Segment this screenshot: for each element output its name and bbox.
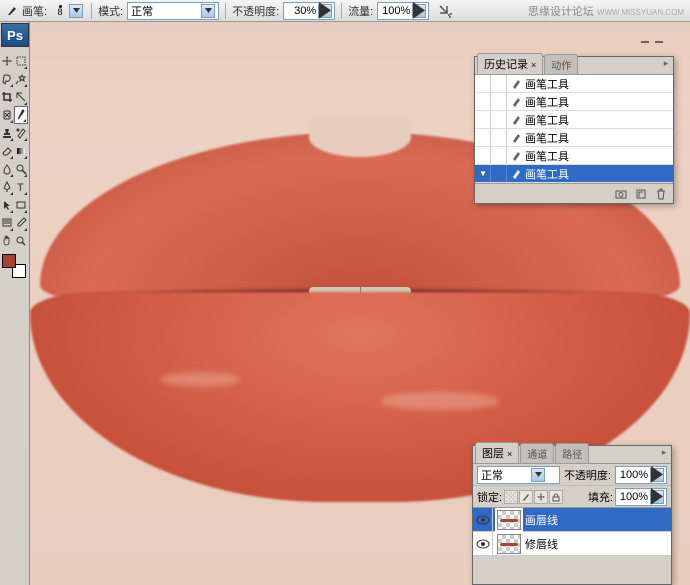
tools-palette: Ps T [0, 22, 30, 585]
eraser-tool[interactable] [0, 142, 14, 160]
tab-layers[interactable]: 图层× [475, 442, 519, 463]
svg-text:T: T [17, 182, 24, 193]
lock-transparency-icon[interactable] [504, 490, 518, 504]
layer-name[interactable]: 修唇线 [525, 536, 558, 552]
layer-item[interactable]: 修唇线 [473, 532, 671, 556]
flow-input[interactable]: 100% [377, 2, 429, 20]
layer-item[interactable]: 画唇线 [473, 508, 671, 532]
slice-tool[interactable] [14, 88, 28, 106]
notes-tool[interactable] [0, 214, 14, 232]
layer-opacity-input[interactable]: 100% [615, 466, 667, 484]
history-panel: 历史记录× 动作 ▸ 画笔工具 画笔工具 画笔工具 画笔工具 画笔工具 画笔工具 [474, 56, 674, 204]
color-swatches[interactable] [2, 254, 26, 278]
stamp-tool[interactable] [0, 124, 14, 142]
history-item[interactable]: 画笔工具 [475, 93, 673, 111]
visibility-toggle[interactable] [473, 508, 493, 532]
dodge-tool[interactable] [14, 160, 28, 178]
brush-label: 画笔: [22, 3, 47, 19]
history-item[interactable]: 画笔工具 [475, 75, 673, 93]
flow-label: 流量: [348, 3, 373, 19]
eye-icon [476, 539, 490, 549]
trash-icon[interactable] [655, 188, 667, 200]
marquee-tool[interactable] [14, 52, 28, 70]
tab-paths[interactable]: 路径 [555, 443, 589, 463]
history-source-icon [478, 169, 488, 179]
panel-menu-icon[interactable]: ▸ [659, 447, 669, 457]
chevron-right-icon[interactable] [318, 4, 332, 18]
panel-menu-icon[interactable]: ▸ [661, 58, 671, 68]
ps-logo-icon[interactable]: Ps [1, 23, 29, 47]
mode-label: 模式: [98, 3, 123, 19]
history-brush-tool[interactable] [14, 124, 28, 142]
foreground-color[interactable] [2, 254, 16, 268]
new-snapshot-icon[interactable] [615, 188, 627, 200]
brush-tool[interactable] [14, 106, 28, 124]
tab-actions[interactable]: 动作 [544, 54, 578, 74]
heal-tool[interactable] [0, 106, 14, 124]
layers-panel: 图层× 通道 路径 ▸ 正常 不透明度: 100% 锁定: 填充: 100% 画… [472, 445, 672, 585]
crop-tool[interactable] [0, 88, 14, 106]
airbrush-icon[interactable] [437, 3, 453, 19]
eye-icon [476, 515, 490, 525]
opacity-input[interactable]: 30% [283, 2, 335, 20]
tab-history[interactable]: 历史记录× [477, 53, 543, 74]
lock-label: 锁定: [477, 489, 502, 505]
lasso-tool[interactable] [0, 70, 14, 88]
history-item[interactable]: 画笔工具 [475, 165, 673, 183]
history-item[interactable]: 画笔工具 [475, 147, 673, 165]
visibility-toggle[interactable] [473, 532, 493, 556]
layer-opacity-label: 不透明度: [564, 467, 611, 483]
wand-tool[interactable] [14, 70, 28, 88]
chevron-down-icon[interactable] [69, 4, 83, 18]
type-tool[interactable]: T [14, 178, 28, 196]
layer-list: 画唇线 修唇线 [473, 508, 671, 556]
pen-tool[interactable] [0, 178, 14, 196]
history-item[interactable]: 画笔工具 [475, 129, 673, 147]
brush-tool-icon [6, 5, 18, 17]
blur-tool[interactable] [0, 160, 14, 178]
eyedropper-tool[interactable] [14, 214, 28, 232]
layer-thumbnail[interactable] [497, 510, 521, 530]
opacity-label: 不透明度: [232, 3, 279, 19]
lock-pixels-icon[interactable] [519, 490, 533, 504]
zoom-tool[interactable] [14, 232, 28, 250]
watermark: 思缘设计论坛 WWW.MISSYUAN.COM [528, 3, 684, 19]
history-item[interactable]: 画笔工具 [475, 111, 673, 129]
history-list: 画笔工具 画笔工具 画笔工具 画笔工具 画笔工具 画笔工具 [475, 75, 673, 183]
shape-tool[interactable] [14, 196, 28, 214]
layer-fill-input[interactable]: 100% [615, 488, 667, 506]
hand-tool[interactable] [0, 232, 14, 250]
tab-channels[interactable]: 通道 [520, 443, 554, 463]
gradient-tool[interactable] [14, 142, 28, 160]
fill-label: 填充: [588, 489, 613, 505]
blend-mode-select[interactable]: 正常 [127, 2, 219, 20]
brush-preset-picker[interactable]: 8 [51, 3, 85, 19]
chevron-down-icon[interactable] [201, 4, 215, 18]
new-state-icon[interactable] [635, 188, 647, 200]
chevron-right-icon[interactable] [412, 4, 426, 18]
layer-thumbnail[interactable] [497, 534, 521, 554]
move-tool[interactable] [0, 52, 14, 70]
layer-name[interactable]: 画唇线 [525, 512, 558, 528]
lock-all-icon[interactable] [549, 490, 563, 504]
layer-blend-select[interactable]: 正常 [477, 466, 560, 484]
lock-position-icon[interactable] [534, 490, 548, 504]
path-select-tool[interactable] [0, 196, 14, 214]
